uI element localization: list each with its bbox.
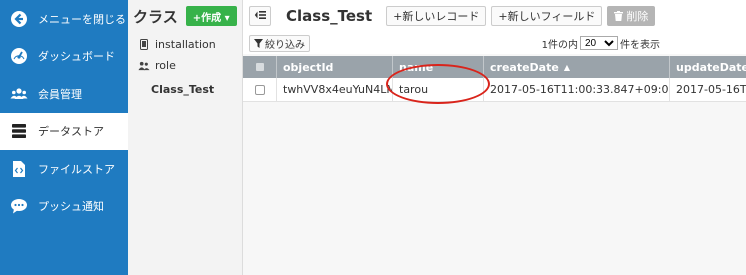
chat-icon <box>10 197 28 215</box>
column-header-createdate[interactable]: createDate ▲ <box>484 56 670 78</box>
nav-label: データストア <box>38 125 104 139</box>
column-header-objectid[interactable]: objectId <box>277 56 393 78</box>
filter-icon <box>254 38 263 48</box>
class-list: installation role Class_Test <box>128 34 242 100</box>
nav-filestore[interactable]: ファイルストア <box>0 150 128 188</box>
arrow-left-circle-icon <box>10 10 28 28</box>
dashboard-icon <box>10 47 28 65</box>
collapse-list-button[interactable] <box>249 6 271 26</box>
new-record-button[interactable]: +新しいレコード <box>386 6 487 26</box>
class-item-installation[interactable]: installation <box>128 34 242 55</box>
records-table: objectId name createDate ▲ updateDate tw… <box>243 56 746 102</box>
phone-icon <box>138 39 150 50</box>
row-select-cell[interactable] <box>243 78 277 101</box>
nav-close-menu[interactable]: メニューを閉じる <box>0 0 128 38</box>
page-size-select[interactable]: 20 <box>580 36 618 50</box>
table-row[interactable]: twhVV8x4euYuN4LM tarou 2017-05-16T11:00:… <box>243 78 746 102</box>
sidebar: メニューを閉じる ダッシュボード 会員管理 データストア ファイルストア プッシ… <box>0 0 128 275</box>
nav-label: プッシュ通知 <box>38 200 104 214</box>
cell-createdate[interactable]: 2017-05-16T11:00:33.847+09:00 <box>484 78 670 101</box>
row-checkbox[interactable] <box>254 84 265 95</box>
class-item-label: role <box>155 59 176 72</box>
class-item-label: Class_Test <box>151 83 215 96</box>
delete-button[interactable]: 削除 <box>607 6 656 26</box>
filter-bar: 絞り込み 1件の内 20 件を表示 <box>243 32 746 54</box>
annotation-circle <box>386 64 490 104</box>
nav-push[interactable]: プッシュ通知 <box>0 188 128 226</box>
page-title: Class_Test <box>286 7 373 25</box>
page-size-control: 1件の内 20 件を表示 <box>542 36 660 51</box>
class-panel-title: クラス <box>133 7 178 26</box>
toolbar: Class_Test +新しいレコード +新しいフィールド 削除 <box>243 0 746 32</box>
class-panel: クラス +作成 ▾ installation role Class_Test <box>128 0 243 275</box>
file-code-icon <box>10 160 28 178</box>
column-header-updatedate[interactable]: updateDate <box>670 56 746 78</box>
cell-updatedate[interactable]: 2017-05-16T <box>670 78 746 101</box>
create-class-button[interactable]: +作成 ▾ <box>185 6 237 26</box>
class-item-class-test[interactable]: Class_Test <box>128 79 242 100</box>
filter-label: 絞り込み <box>265 39 305 51</box>
nav-members[interactable]: 会員管理 <box>0 75 128 113</box>
users-icon <box>138 61 150 71</box>
nav-label: ファイルストア <box>38 162 115 176</box>
nav-label: ダッシュボード <box>38 50 115 64</box>
filter-button[interactable]: 絞り込み <box>249 34 310 52</box>
select-all-checkbox[interactable] <box>255 63 264 71</box>
nav-label: メニューを閉じる <box>38 12 126 26</box>
column-header-label: createDate <box>490 60 559 74</box>
table-header-row: objectId name createDate ▲ updateDate <box>243 56 746 78</box>
class-header: クラス +作成 ▾ <box>128 0 242 32</box>
users-icon <box>10 85 28 103</box>
sort-asc-icon: ▲ <box>563 62 570 72</box>
select-all-cell[interactable] <box>243 56 277 78</box>
class-item-role[interactable]: role <box>128 55 242 76</box>
data-panel: Class_Test +新しいレコード +新しいフィールド 削除 絞り込み 1件… <box>243 0 746 275</box>
delete-label: 削除 <box>626 10 649 23</box>
database-icon <box>10 122 28 140</box>
collapse-list-icon <box>254 10 266 23</box>
nav-datastore[interactable]: データストア <box>0 112 128 150</box>
class-item-label: installation <box>155 38 216 51</box>
trash-icon <box>614 11 624 21</box>
pager-suffix: 件を表示 <box>620 39 660 51</box>
pager-prefix: 1件の内 <box>541 39 578 51</box>
new-field-button[interactable]: +新しいフィールド <box>491 6 603 26</box>
cell-objectid[interactable]: twhVV8x4euYuN4LM <box>277 78 393 101</box>
nav-dashboard[interactable]: ダッシュボード <box>0 38 128 76</box>
nav-label: 会員管理 <box>38 87 82 101</box>
